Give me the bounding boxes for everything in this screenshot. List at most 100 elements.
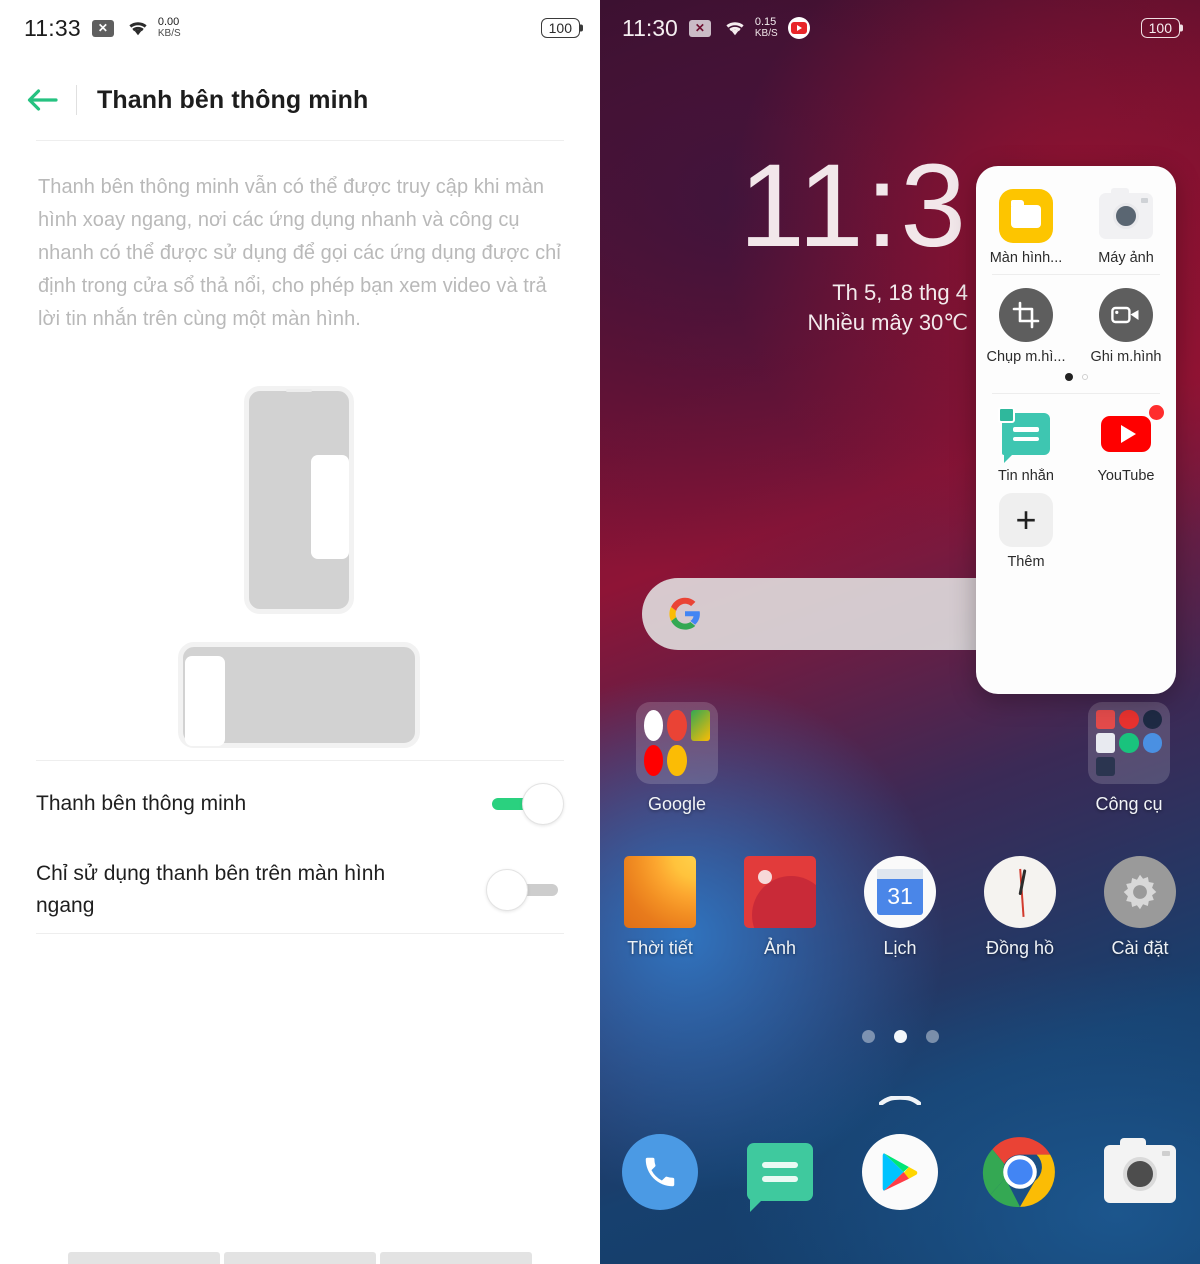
camera-icon — [1098, 188, 1154, 244]
smart-sidebar-floating-panel: Màn hình... Máy ảnh Chụp m.hì... Ghi m.h… — [976, 166, 1176, 694]
panel-app-label: Màn hình... — [989, 250, 1063, 266]
panel-app-camera[interactable]: Máy ảnh — [1076, 182, 1176, 268]
mini-icon-notes — [1096, 733, 1116, 753]
setting-label: Thanh bên thông minh — [36, 792, 247, 815]
setting-row-smart-sidebar[interactable]: Thanh bên thông minh — [0, 761, 600, 847]
mini-icon-empty — [1143, 757, 1162, 776]
app-settings[interactable]: Cài đặt — [1080, 856, 1200, 959]
network-speed-indicator: 0.15 KB/S — [755, 17, 778, 40]
back-arrow-icon[interactable] — [24, 80, 70, 120]
folder-label: Công cụ — [1095, 794, 1163, 814]
app-weather[interactable]: Thời tiết — [600, 856, 720, 959]
network-speed-unit: KB/S — [157, 28, 181, 39]
dock-app-play-store[interactable] — [840, 1134, 960, 1221]
page-dot-active[interactable] — [893, 1030, 907, 1043]
page-dot[interactable] — [861, 1030, 875, 1043]
home-apps-row: Thời tiết Ảnh 31 Lịch Đồng hồ Cài đặt — [600, 856, 1200, 959]
messages-icon — [998, 406, 1054, 463]
app-label: Ảnh — [763, 938, 797, 958]
setting-row-landscape-only[interactable]: Chỉ sử dụng thanh bên trên màn hình ngan… — [0, 847, 600, 933]
panel-dot-inactive[interactable] — [1081, 374, 1088, 380]
camera-icon — [1102, 1138, 1178, 1221]
chrome-icon — [982, 1134, 1058, 1210]
smart-sidebar-toggle[interactable] — [486, 783, 564, 825]
network-speed-indicator: 0.00 KB/S — [157, 16, 181, 40]
dock-app-chrome[interactable] — [960, 1134, 1080, 1221]
home-gesture-icon[interactable] — [878, 1092, 922, 1106]
app-photos[interactable]: Ảnh — [720, 856, 840, 959]
calendar-day: 31 — [877, 869, 923, 915]
panel-add-row: + Thêm — [976, 486, 1176, 572]
settings-description: Thanh bên thông minh vẫn có thể được tru… — [38, 176, 561, 330]
x-square-icon: ✕ — [688, 19, 711, 37]
mini-icon-youtube — [644, 745, 664, 776]
status-time: 11:33 — [24, 14, 81, 41]
wifi-icon — [723, 19, 747, 37]
panel-app-label: Máy ảnh — [1098, 250, 1154, 266]
panel-tools-row: Chụp m.hì... Ghi m.hình — [976, 281, 1176, 367]
clock-weather: Nhiều mây 30℃ — [807, 310, 968, 335]
app-clock[interactable]: Đồng hồ — [960, 856, 1080, 959]
photos-icon — [744, 856, 816, 928]
mini-icon-assistant — [667, 745, 687, 776]
panel-dot-active[interactable] — [1064, 373, 1073, 381]
panel-add-more-button[interactable]: + Thêm — [976, 486, 1076, 572]
dock-app-messages[interactable] — [720, 1134, 840, 1221]
panel-tool-screenshot[interactable]: Chụp m.hì... — [976, 281, 1076, 367]
mini-icon-security — [1142, 733, 1162, 753]
folder-google[interactable]: Google — [622, 702, 732, 815]
nav-key-home[interactable] — [224, 1252, 376, 1264]
app-calendar[interactable]: 31 Lịch — [840, 856, 960, 959]
panel-app-screenshot-folder[interactable]: Màn hình... — [976, 182, 1076, 268]
folder-preview-grid — [636, 702, 718, 784]
panel-app-label: YouTube — [1097, 468, 1155, 484]
page-title: Thanh bên thông minh — [97, 85, 369, 114]
mini-icon-empty — [1119, 757, 1138, 776]
google-g-icon — [668, 597, 702, 631]
panel-app-messages[interactable]: Tin nhắn — [976, 400, 1076, 486]
plus-icon: + — [998, 492, 1054, 548]
settings-status-bar: 11:33 ✕ 0.00 KB/S 100 — [0, 0, 600, 56]
calendar-icon: 31 — [864, 856, 936, 928]
wifi-icon — [126, 19, 150, 37]
panel-apps-row-2: Tin nhắn YouTube — [976, 400, 1176, 486]
mini-icon-gmail — [667, 710, 687, 741]
header-divider — [76, 85, 77, 115]
clock-time: 11:3 — [739, 140, 968, 272]
messages-icon — [742, 1143, 818, 1219]
network-speed-value: 0.00 — [157, 16, 180, 28]
app-label: Đồng hồ — [985, 938, 1055, 958]
status-time: 11:30 — [622, 14, 678, 41]
settings-header: Thanh bên thông minh — [0, 68, 600, 132]
panel-rule-2 — [992, 393, 1160, 394]
settings-screen: 11:33 ✕ 0.00 KB/S 100 Thanh bên thông mi… — [0, 0, 600, 1264]
clock-date: Th 5, 18 thg 4 — [832, 280, 968, 305]
toggle-knob — [486, 869, 528, 911]
folder-icon — [998, 188, 1054, 244]
setting-label: Chỉ sử dụng thanh bên trên màn hình ngan… — [36, 862, 386, 917]
nav-key-recents[interactable] — [68, 1252, 220, 1264]
mini-icon-contacts — [1096, 710, 1116, 730]
mini-icon-record — [1119, 710, 1139, 730]
panel-app-youtube[interactable]: YouTube — [1076, 400, 1176, 486]
dock-app-camera[interactable] — [1080, 1134, 1200, 1221]
mini-icon-empty — [691, 745, 710, 776]
folder-tools[interactable]: Công cụ — [1074, 702, 1184, 815]
mini-icon-google — [644, 710, 664, 741]
phone-icon — [622, 1134, 698, 1210]
folder-preview-grid — [1088, 702, 1170, 784]
app-label: Cài đặt — [1111, 938, 1169, 958]
dock-app-phone[interactable] — [600, 1134, 720, 1221]
mini-icon-extra — [1096, 756, 1116, 777]
home-status-bar: 11:30 ✕ 0.15 KB/S 100 — [600, 0, 1200, 56]
page-dot[interactable] — [925, 1030, 939, 1043]
landscape-only-toggle[interactable] — [486, 869, 564, 911]
weather-icon — [624, 856, 696, 928]
nav-key-back[interactable] — [380, 1252, 532, 1264]
sidebar-illustration — [0, 370, 600, 760]
panel-tool-screenrecord[interactable]: Ghi m.hình — [1076, 281, 1176, 367]
x-square-icon: ✕ — [91, 19, 114, 37]
gear-icon — [1104, 856, 1176, 928]
screenshot-crop-icon — [998, 287, 1054, 343]
phone-landscape-illustration — [178, 642, 420, 748]
